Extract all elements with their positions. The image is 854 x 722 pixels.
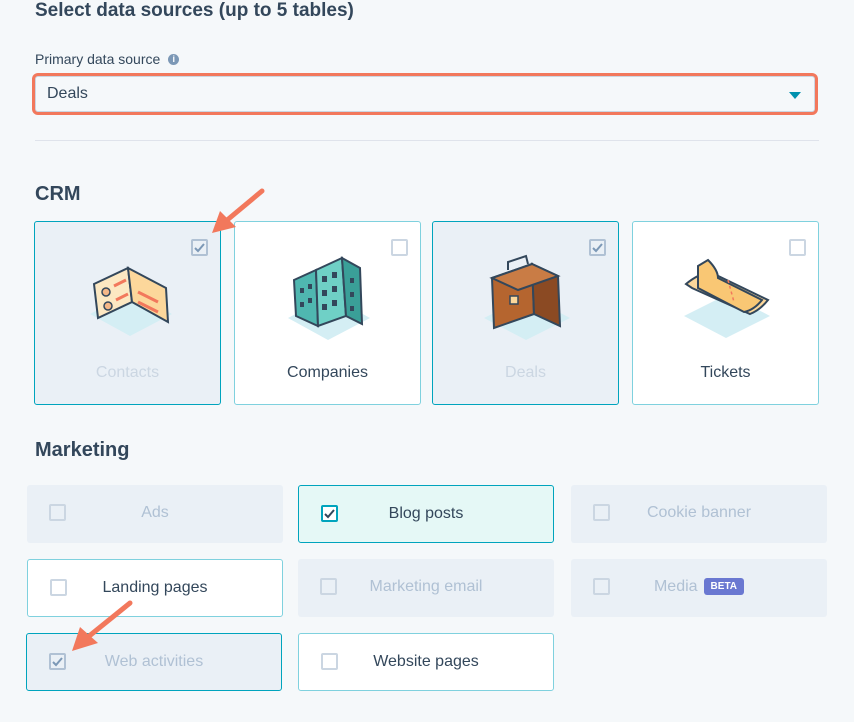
- tile-label: Landing pages: [102, 579, 208, 596]
- crm-card-contacts[interactable]: Contacts: [34, 221, 221, 405]
- primary-source-label-text: Primary data source: [35, 51, 161, 67]
- tile-label: Marketing email: [369, 578, 483, 595]
- tile-cookie-banner[interactable]: Cookie banner: [571, 485, 827, 543]
- card-label: Tickets: [700, 364, 751, 381]
- page-title: Select data sources (up to 5 tables): [35, 0, 354, 21]
- crm-card-tickets[interactable]: Tickets: [632, 221, 819, 405]
- media-label: Media: [653, 578, 698, 595]
- marketing-heading: Marketing: [35, 439, 130, 461]
- check-icon: [194, 243, 205, 253]
- tile-label: Blog posts: [388, 505, 464, 522]
- card-label: Companies: [287, 364, 368, 381]
- tile-website-pages[interactable]: Website pages: [298, 633, 554, 691]
- tile-label: Website pages: [373, 653, 479, 670]
- deals-card-icon: [484, 254, 570, 340]
- tile-web-activities[interactable]: Web activities: [26, 633, 282, 691]
- crm-heading: CRM: [35, 183, 81, 205]
- tickets-card-icon: [684, 258, 770, 338]
- companies-checkbox[interactable]: [391, 239, 408, 256]
- tile-blog-posts[interactable]: Blog posts: [298, 485, 554, 543]
- tickets-checkbox[interactable]: [789, 239, 806, 256]
- crm-card-deals[interactable]: Deals: [432, 221, 619, 405]
- card-label: Contacts: [95, 364, 160, 381]
- primary-source-label: Primary data source i: [35, 51, 180, 67]
- deals-checkbox[interactable]: [589, 239, 606, 256]
- contacts-card-icon: [90, 266, 172, 336]
- primary-source-select[interactable]: Deals: [35, 76, 815, 112]
- caret-down-icon: [789, 92, 801, 99]
- primary-source-value: Deals: [47, 85, 88, 102]
- companies-card-icon: [288, 256, 370, 340]
- annotation-arrow-icon: [212, 188, 265, 233]
- beta-badge: BETA: [703, 578, 745, 595]
- tile-marketing-email[interactable]: Marketing email: [298, 559, 554, 617]
- annotation-arrow-icon: [72, 600, 133, 651]
- info-icon[interactable]: i: [168, 53, 180, 65]
- card-label: Deals: [505, 364, 546, 381]
- tile-ads[interactable]: Ads: [27, 485, 283, 543]
- tile-label: Media BETA: [571, 578, 827, 596]
- divider: [35, 140, 819, 141]
- contacts-checkbox[interactable]: [191, 239, 208, 256]
- tile-label: Cookie banner: [646, 504, 752, 521]
- tile-label: Ads: [141, 504, 169, 521]
- tile-media[interactable]: Media BETA: [571, 559, 827, 617]
- crm-card-companies[interactable]: Companies: [234, 221, 421, 405]
- check-icon: [592, 243, 603, 253]
